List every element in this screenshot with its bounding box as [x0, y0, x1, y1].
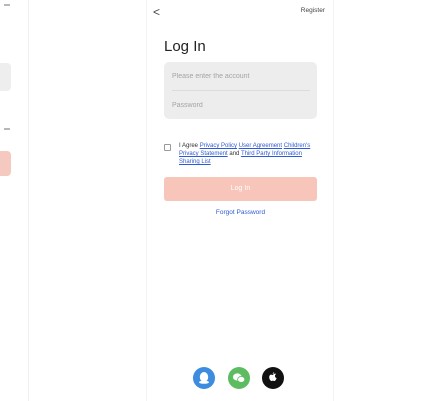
password-input[interactable] [172, 95, 310, 115]
page-title: Log In [164, 38, 206, 55]
login-button[interactable]: Log In [164, 177, 317, 201]
wechat-login-button[interactable] [228, 367, 250, 389]
chevron-left-icon: < [153, 5, 161, 19]
agreement-prefix: I Agree [179, 143, 200, 149]
field-divider [172, 90, 310, 91]
account-input[interactable] [172, 66, 310, 86]
ghost-input-field [0, 63, 11, 91]
agreement-and: and [227, 151, 241, 157]
apple-login-button[interactable] [262, 367, 284, 389]
status-bar: ▪▪▪▪▪▪▪ [159, 0, 319, 2]
apple-icon [269, 372, 277, 381]
qq-icon [199, 372, 209, 384]
qq-login-button[interactable] [193, 367, 215, 389]
ghost-status-mark [4, 4, 10, 6]
wechat-icon [232, 373, 246, 383]
register-link[interactable]: Register [301, 7, 325, 14]
ghost-link-mark [4, 128, 10, 130]
forgot-password-link[interactable]: Forgot Password [164, 209, 317, 216]
previous-screen-edge [0, 0, 30, 401]
panel-divider [28, 0, 29, 401]
privacy-policy-link[interactable]: Privacy Policy [200, 143, 237, 149]
app-canvas: ▪▪▪▪▪▪▪ < Register Log In I Agree Privac… [0, 0, 444, 401]
login-screen: ▪▪▪▪▪▪▪ < Register Log In I Agree Privac… [146, 0, 334, 401]
back-button[interactable]: < [153, 5, 165, 19]
agreement-checkbox[interactable] [164, 144, 171, 151]
user-agreement-link[interactable]: User Agreement [239, 143, 282, 149]
agreement-text: I Agree Privacy Policy User Agreement Ch… [179, 142, 319, 166]
credentials-form [164, 62, 317, 119]
ghost-login-button [0, 151, 11, 176]
